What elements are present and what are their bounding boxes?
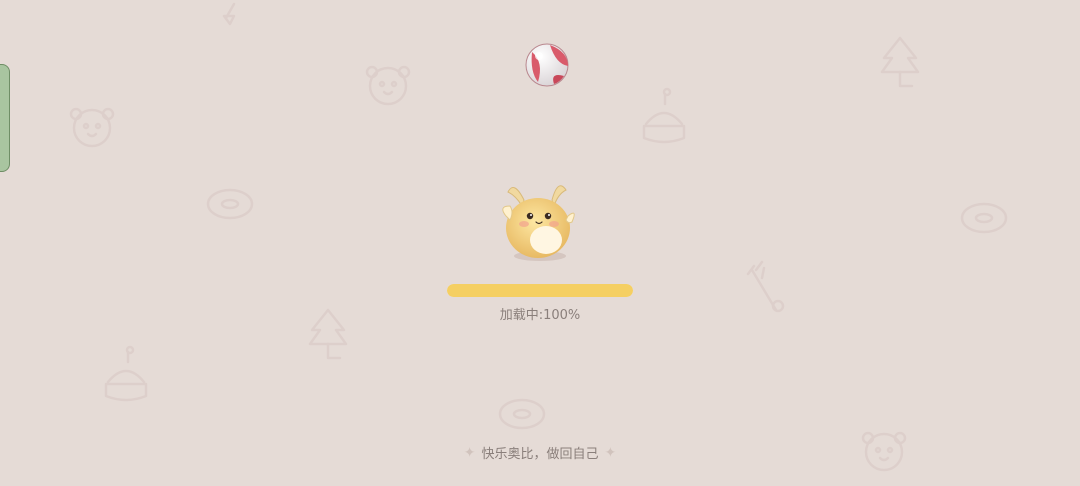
loading-status-text: 加载中:100% (499, 308, 581, 323)
loading-progress-fill (447, 284, 633, 297)
cake-deco-icon (104, 345, 148, 402)
slogan-text: 快乐奥比，做回自己 (481, 447, 599, 462)
tree-deco-icon (880, 36, 920, 88)
spoon-deco-icon (222, 2, 236, 26)
beach-ball-icon (525, 43, 569, 87)
bear-face-deco-icon (861, 431, 907, 472)
donut-deco-icon (960, 202, 1008, 234)
bear-face-deco-icon (69, 107, 115, 148)
side-drawer-tab[interactable] (0, 64, 10, 172)
loading-progress-bar (447, 284, 633, 297)
loading-screen: 加载中:100% ✦ 快乐奥比，做回自己 ✦ (0, 0, 1080, 486)
mascot-pet-icon (502, 185, 575, 261)
bear-face-deco-icon (365, 65, 411, 106)
cake-deco-icon (642, 87, 686, 144)
donut-deco-icon (498, 398, 546, 430)
sparkle-icon: ✦ (463, 444, 476, 461)
slogan: ✦ 快乐奥比，做回自己 ✦ (440, 443, 640, 463)
donut-deco-icon (206, 188, 254, 220)
sparkle-icon: ✦ (604, 444, 617, 461)
fork-deco-icon (746, 260, 785, 313)
tree-deco-icon (308, 308, 348, 360)
